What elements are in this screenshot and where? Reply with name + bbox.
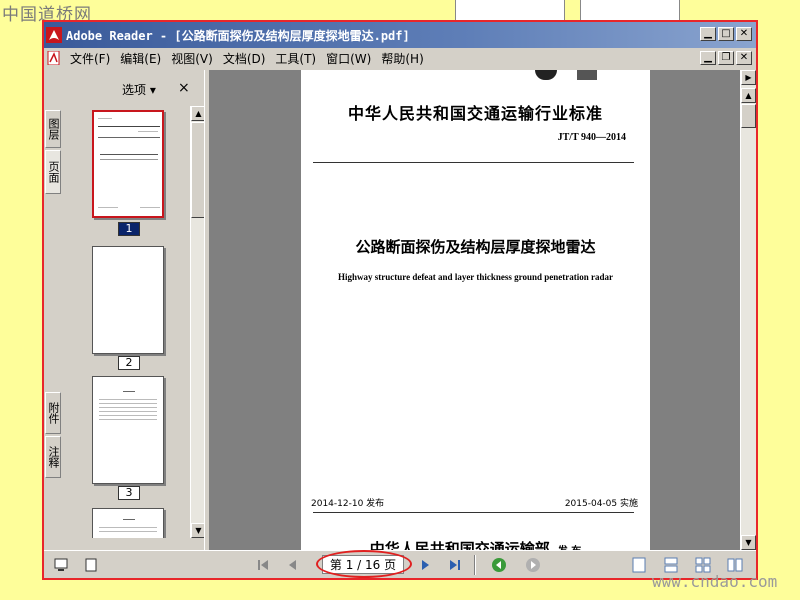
options-label: 选项 (122, 83, 147, 97)
arrow-down-icon: ▼ (195, 525, 202, 535)
close-button[interactable]: ✕ (736, 27, 752, 41)
back-arrow-icon (492, 558, 506, 572)
previous-page-icon (289, 560, 296, 570)
page-icon (85, 558, 97, 572)
toolbar-separator (474, 555, 476, 575)
show-navigation-button[interactable] (52, 556, 70, 574)
previous-page-button[interactable] (284, 556, 302, 574)
menu-view[interactable]: 视图(V) (166, 50, 218, 67)
next-page-button[interactable] (416, 556, 434, 574)
page-label-3[interactable]: 3 (118, 486, 140, 500)
arrow-right-icon: ▶ (745, 72, 752, 82)
document-title-en: Highway structure defeat and layer thick… (337, 272, 613, 282)
document-scrollbar[interactable]: ▶ ▲ ▼ (740, 70, 756, 550)
issuer-name: 中华人民共和国交通运输部 (369, 540, 550, 550)
divider (313, 162, 634, 163)
thumbnail-list: 1 2 3 (70, 106, 190, 538)
page-label-1[interactable]: 1 (118, 222, 140, 236)
standard-logo (535, 70, 557, 80)
minimize-icon: ▁ (704, 28, 712, 39)
page-size-button[interactable] (82, 556, 100, 574)
scroll-thumb[interactable] (741, 104, 756, 128)
doc-restore-button[interactable]: ❐ (718, 51, 734, 65)
doc-minimize-button[interactable]: ▁ (700, 51, 716, 65)
menu-bar: 文件(F) 编辑(E) 视图(V) 文档(D) 工具(T) 窗口(W) 帮助(H… (44, 48, 756, 68)
site-watermark: 中国道桥网 (2, 5, 92, 25)
arrow-down-icon: ▼ (745, 537, 752, 547)
last-page-button[interactable] (446, 556, 464, 574)
document-page: 中华人民共和国交通运输行业标准 JT/T 940—2014 公路断面探伤及结构层… (301, 70, 650, 550)
window-title: Adobe Reader - [公路断面探伤及结构层厚度探地雷达.pdf] (66, 28, 410, 43)
divider (313, 512, 634, 513)
tab-comments[interactable]: 注释 (45, 436, 61, 478)
single-page-button[interactable] (630, 556, 648, 574)
document-view: 中华人民共和国交通运输行业标准 JT/T 940—2014 公路断面探伤及结构层… (210, 70, 740, 550)
menu-document[interactable]: 文档(D) (218, 50, 271, 67)
menu-file[interactable]: 文件(F) (65, 50, 115, 67)
panel-close-icon[interactable]: × (178, 80, 190, 96)
go-forward-button[interactable] (524, 556, 542, 574)
continuous-page-icon (664, 557, 678, 573)
go-back-button[interactable] (490, 556, 508, 574)
status-bar: 第 1 / 16 页 (44, 550, 756, 578)
thumbnail-panel: 选项 ▾ × 1 2 3 ▲ ▼ (64, 70, 206, 550)
monitor-icon (54, 558, 68, 571)
highlight-annotation (316, 550, 412, 578)
options-button[interactable]: 选项 ▾ (122, 81, 156, 98)
scroll-up-button[interactable]: ▲ (741, 88, 756, 103)
minimize-icon: ▁ (704, 52, 712, 63)
first-page-icon (258, 560, 268, 570)
continuous-facing-icon (727, 558, 743, 572)
next-page-icon (422, 560, 429, 570)
implement-date: 2015-04-05 实施 (564, 499, 638, 509)
issuer: 中华人民共和国交通运输部发 布 (301, 538, 650, 550)
doc-close-button[interactable]: ✕ (736, 51, 752, 65)
page-thumbnail[interactable] (92, 110, 164, 218)
background-window-strip-2 (580, 0, 680, 20)
maximize-button[interactable]: □ (718, 27, 734, 41)
page-thumbnail[interactable] (92, 376, 164, 484)
facing-pages-icon (695, 557, 711, 573)
first-page-button[interactable] (254, 556, 272, 574)
site-url-watermark: www.cndao.com (652, 572, 778, 591)
navigation-tabs: 图层 页面 附件 注释 (44, 70, 62, 550)
tab-attachments[interactable]: 附件 (45, 392, 61, 434)
minimize-button[interactable]: ▁ (700, 27, 716, 41)
menu-edit[interactable]: 编辑(E) (115, 50, 166, 67)
page-label-2[interactable]: 2 (118, 356, 140, 370)
single-page-icon (632, 557, 646, 573)
reader-window: Adobe Reader - [公路断面探伤及结构层厚度探地雷达.pdf] ▁ … (42, 20, 758, 580)
standard-title: 中华人民共和国交通运输行业标准 (347, 104, 603, 123)
panel-toggle-button[interactable]: ▶ (741, 70, 756, 85)
title-bar: Adobe Reader - [公路断面探伤及结构层厚度探地雷达.pdf] ▁ … (44, 22, 756, 48)
menu-tools[interactable]: 工具(T) (270, 50, 321, 67)
standard-code: JT/T 940—2014 (557, 132, 626, 143)
forward-arrow-icon (526, 558, 540, 572)
page-thumbnail[interactable] (92, 508, 164, 538)
restore-icon: ❐ (721, 52, 731, 63)
menu-window[interactable]: 窗口(W) (321, 50, 376, 67)
pdf-document-icon (47, 51, 60, 65)
issue-date: 2014-12-10 发布 (311, 499, 385, 509)
maximize-icon: □ (721, 28, 731, 39)
adobe-reader-icon (46, 27, 62, 43)
document-title-cn: 公路断面探伤及结构层厚度探地雷达 (355, 238, 596, 256)
tab-pages[interactable]: 页面 (45, 150, 61, 194)
background-window-strip (455, 0, 565, 20)
close-icon: ✕ (739, 52, 749, 63)
tab-layers[interactable]: 图层 (45, 110, 61, 148)
arrow-up-icon: ▲ (195, 108, 202, 118)
scroll-down-button[interactable]: ▼ (741, 535, 756, 550)
arrow-up-icon: ▲ (745, 90, 752, 100)
menu-help[interactable]: 帮助(H) (376, 50, 428, 67)
chevron-down-icon: ▾ (149, 83, 156, 97)
page-thumbnail[interactable] (92, 246, 164, 354)
barcode-mark (577, 70, 597, 80)
last-page-icon (450, 560, 460, 570)
close-icon: ✕ (739, 28, 749, 39)
